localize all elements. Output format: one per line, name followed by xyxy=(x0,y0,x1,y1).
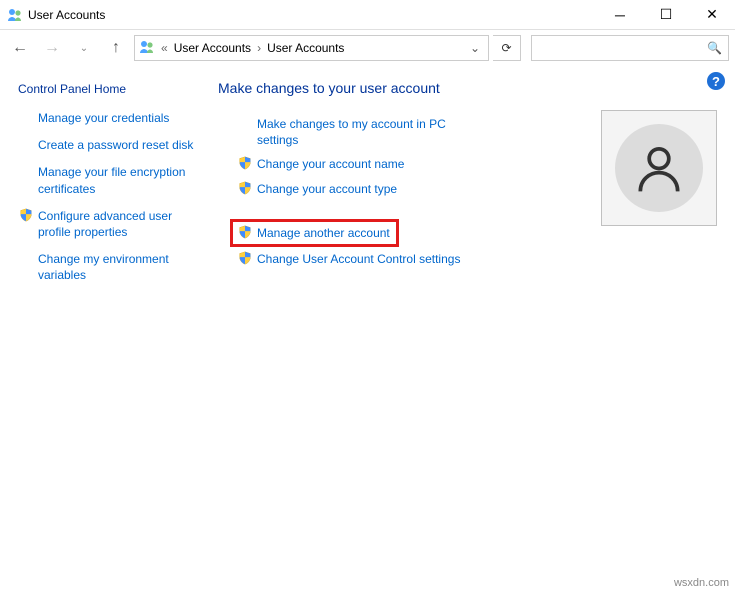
forward-button[interactable]: → xyxy=(38,34,66,62)
shield-icon xyxy=(236,156,254,170)
sidebar-link-label: Configure advanced user profile properti… xyxy=(38,208,208,240)
address-dropdown[interactable]: ⌄ xyxy=(466,41,484,55)
breadcrumb-2[interactable]: User Accounts xyxy=(267,41,344,55)
nav-row: ← → ⌄ ↑ « User Accounts › User Accounts … xyxy=(0,30,735,66)
minimize-button[interactable]: ─ xyxy=(597,0,643,29)
shield-icon xyxy=(236,181,254,195)
main-link-4[interactable]: Change User Account Control settings xyxy=(236,251,581,267)
sidebar-link-label: Manage your credentials xyxy=(38,110,169,126)
search-icon: 🔍 xyxy=(707,41,722,55)
address-bar[interactable]: « User Accounts › User Accounts ⌄ xyxy=(134,35,489,61)
sidebar-link-2[interactable]: Manage your file encryption certificates xyxy=(18,164,208,196)
main-link-label: Change your account type xyxy=(257,181,397,197)
recent-dropdown[interactable]: ⌄ xyxy=(70,34,98,62)
main-link-label: Make changes to my account in PC setting… xyxy=(257,116,446,148)
breadcrumb-1[interactable]: User Accounts xyxy=(174,41,251,55)
main-link-label: Manage another account xyxy=(257,225,390,241)
refresh-button[interactable]: ⟳ xyxy=(493,35,521,61)
main-link-1[interactable]: Change your account name xyxy=(236,156,581,172)
main-link-0[interactable]: Make changes to my account in PC setting… xyxy=(236,116,446,148)
address-icon xyxy=(139,39,155,58)
page-title: Make changes to your user account xyxy=(218,80,717,96)
main-panel: Make changes to your user account Make c… xyxy=(218,76,717,295)
main-link-label: Change User Account Control settings xyxy=(257,251,460,267)
content-area: Control Panel Home Manage your credentia… xyxy=(0,66,735,295)
sidebar: Control Panel Home Manage your credentia… xyxy=(18,76,218,295)
main-link-2[interactable]: Change your account type xyxy=(236,181,581,197)
shield-icon xyxy=(18,208,34,222)
sidebar-link-label: Create a password reset disk xyxy=(38,137,193,153)
window-title: User Accounts xyxy=(24,8,597,22)
back-button[interactable]: ← xyxy=(6,34,34,62)
sidebar-heading[interactable]: Control Panel Home xyxy=(18,82,208,96)
sidebar-link-label: Manage your file encryption certificates xyxy=(38,164,208,196)
sidebar-link-3[interactable]: Configure advanced user profile properti… xyxy=(18,208,208,240)
highlighted-link: Manage another account xyxy=(230,219,399,247)
up-button[interactable]: ↑ xyxy=(102,34,130,62)
main-link-label: Change your account name xyxy=(257,156,404,172)
maximize-button[interactable]: ☐ xyxy=(643,0,689,29)
titlebar: User Accounts ─ ☐ ✕ xyxy=(0,0,735,30)
chevron-right-icon: › xyxy=(255,41,263,55)
sidebar-link-1[interactable]: Create a password reset disk xyxy=(18,137,208,153)
account-picture[interactable] xyxy=(601,110,717,226)
sidebar-link-0[interactable]: Manage your credentials xyxy=(18,110,208,126)
shield-icon xyxy=(236,225,254,239)
sidebar-link-4[interactable]: Change my environment variables xyxy=(18,251,208,283)
breadcrumb-sep: « xyxy=(159,41,170,55)
sidebar-link-label: Change my environment variables xyxy=(38,251,208,283)
close-button[interactable]: ✕ xyxy=(689,0,735,29)
shield-icon xyxy=(236,251,254,265)
main-link-3[interactable]: Manage another account xyxy=(236,225,390,241)
window-controls: ─ ☐ ✕ xyxy=(597,0,735,29)
watermark: wsxdn.com xyxy=(674,577,729,589)
avatar-icon xyxy=(615,124,703,212)
search-input[interactable]: 🔍 xyxy=(531,35,729,61)
app-icon xyxy=(0,7,24,23)
